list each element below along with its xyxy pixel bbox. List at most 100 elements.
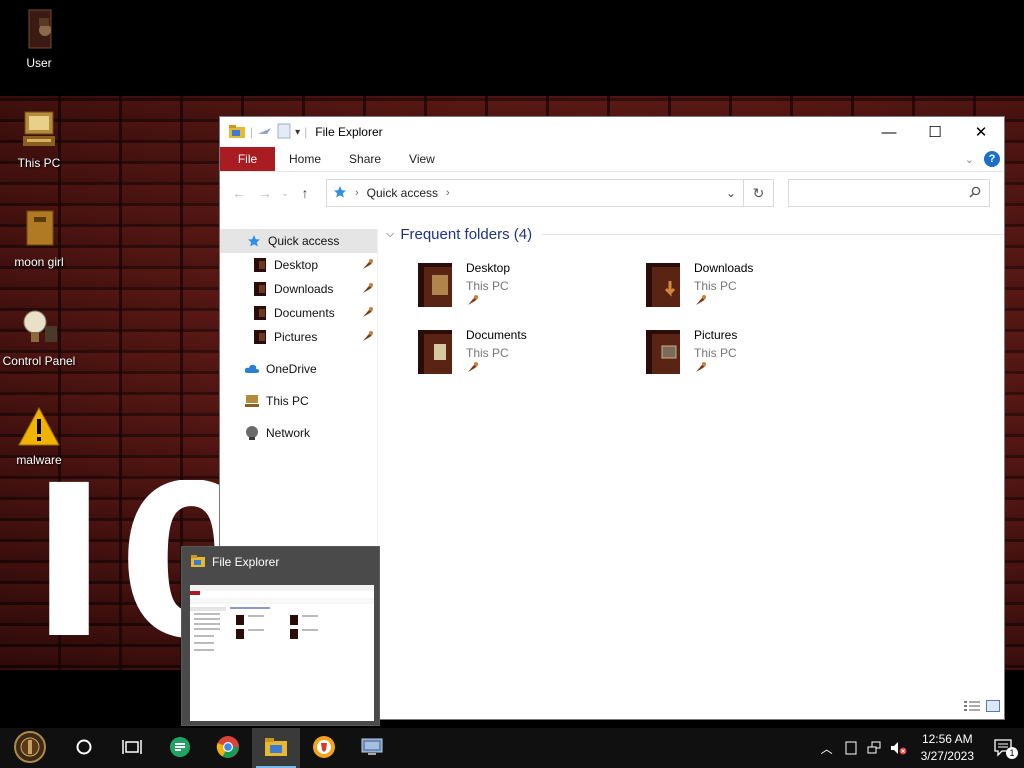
nav-item-documents[interactable]: Documents [220, 301, 377, 325]
computer-icon [244, 393, 260, 409]
action-center-button[interactable]: 1 [984, 739, 1024, 759]
breadcrumb-separator[interactable]: › [446, 187, 450, 199]
minimize-icon: — [881, 123, 897, 141]
taskbar-thumbnail-preview[interactable]: File Explorer [181, 546, 380, 726]
large-icons-view-icon[interactable] [986, 700, 1000, 715]
cortana-button[interactable] [60, 728, 108, 768]
folder-location: This PC [466, 279, 509, 293]
folder-location: This PC [694, 279, 737, 293]
warning-icon [17, 405, 61, 449]
folder-icon [252, 257, 268, 273]
close-button[interactable]: ✕ [958, 117, 1004, 147]
folder-icon [642, 259, 686, 313]
network-icon [244, 425, 260, 441]
group-header[interactable]: ⌵ Frequent folders (4) [386, 223, 1004, 245]
taskbar-app-remote-desktop[interactable] [348, 728, 396, 768]
title-bar[interactable]: | ▾ | File Explorer — ☐ ✕ [220, 117, 1004, 147]
window-title: File Explorer [315, 125, 383, 139]
desktop-icon-label: This PC [17, 156, 61, 170]
chrome-icon [216, 735, 240, 762]
pin-icon [694, 360, 737, 377]
folder-name: Desktop [466, 261, 511, 275]
notification-count: 1 [1006, 747, 1018, 759]
nav-label: Downloads [274, 282, 334, 296]
nav-item-downloads[interactable]: Downloads [220, 277, 377, 301]
task-view-button[interactable] [108, 728, 156, 768]
back-button[interactable]: ← [226, 185, 252, 201]
breadcrumb-quick-access[interactable]: Quick access [367, 186, 438, 200]
tab-home[interactable]: Home [275, 147, 335, 171]
refresh-icon: ↻ [752, 184, 765, 201]
properties-icon[interactable] [257, 125, 273, 139]
desktop-icon-moon-girl[interactable]: moon girl [0, 207, 78, 269]
folder-tile-documents[interactable]: Documents This PC [414, 326, 634, 386]
taskbar-app-brave[interactable] [300, 728, 348, 768]
nav-item-desktop[interactable]: Desktop [220, 253, 377, 277]
nav-network[interactable]: Network [220, 421, 377, 445]
recent-locations-button[interactable]: ⌄ [278, 188, 292, 199]
network-icon[interactable] [863, 741, 887, 755]
pin-icon [361, 305, 375, 322]
show-hidden-icons-button[interactable]: ︿ [815, 740, 839, 757]
maximize-icon: ☐ [928, 124, 942, 141]
desktop-icon-label: Control Panel [2, 354, 76, 368]
folder-icon [252, 305, 268, 321]
nav-label: Pictures [274, 330, 318, 344]
thumbnail-title-bar: File Explorer [182, 547, 379, 577]
address-bar[interactable]: › Quick access › ⌄ [326, 179, 744, 207]
folder-icon [414, 259, 458, 313]
tab-file[interactable]: File [220, 147, 275, 171]
thumbnail-title: File Explorer [212, 555, 280, 569]
taskbar-app-chrome[interactable] [204, 728, 252, 768]
nav-onedrive[interactable]: OneDrive [220, 357, 377, 381]
chevron-down-icon: ⌵ [386, 227, 395, 240]
forward-button[interactable]: → [252, 185, 278, 201]
new-folder-icon[interactable] [277, 123, 291, 142]
folder-icon [642, 326, 686, 380]
refresh-button[interactable]: ↻ [744, 179, 774, 207]
minimize-button[interactable]: — [866, 117, 912, 147]
qat-customize-icon[interactable]: ▾ [295, 127, 300, 138]
nav-label: Network [266, 426, 311, 440]
maximize-button[interactable]: ☐ [912, 117, 958, 147]
clock[interactable]: 12:56 AM 3/27/2023 [911, 731, 984, 765]
nav-quick-access[interactable]: Quick access [220, 229, 377, 253]
nav-label: OneDrive [266, 362, 317, 376]
lightbulb-icon [17, 306, 61, 350]
nav-label: This PC [266, 394, 309, 408]
help-icon[interactable]: ? [984, 151, 1000, 167]
folder-tile-desktop[interactable]: Desktop This PC [414, 259, 634, 319]
folder-app-icon [228, 123, 246, 142]
folder-tile-downloads[interactable]: Downloads This PC [642, 259, 862, 319]
details-view-icon[interactable] [964, 700, 980, 715]
taskbar-app-file-explorer[interactable] [252, 728, 300, 768]
folder-tile-pictures[interactable]: Pictures This PC [642, 326, 862, 386]
desktop-icon-control-panel[interactable]: Control Panel [0, 306, 78, 368]
nav-this-pc[interactable]: This PC [220, 389, 377, 413]
qat-divider: | [304, 125, 308, 139]
group-title: Frequent folders (4) [400, 225, 533, 243]
cortana-icon [75, 738, 93, 759]
search-input[interactable] [788, 179, 990, 207]
folder-icon [252, 281, 268, 297]
folder-name: Downloads [694, 261, 754, 275]
folder-icon [414, 326, 458, 380]
quick-access-toolbar: | ▾ | [220, 123, 307, 142]
tab-view[interactable]: View [395, 147, 449, 171]
nav-item-pictures[interactable]: Pictures [220, 325, 377, 349]
tab-share[interactable]: Share [335, 147, 395, 171]
expand-ribbon-icon[interactable]: ⌄ [965, 153, 974, 166]
folder-location: This PC [694, 346, 737, 360]
desktop-icon-malware[interactable]: malware [0, 405, 78, 467]
thumbnail-image [189, 585, 375, 721]
file-explorer-icon [264, 737, 288, 760]
volume-muted-icon[interactable] [887, 741, 911, 755]
taskbar-app-sheets[interactable] [156, 728, 204, 768]
desktop-icon-user[interactable]: User [0, 8, 78, 70]
up-button[interactable]: ↑ [292, 185, 318, 201]
address-dropdown-icon[interactable]: ⌄ [719, 186, 743, 200]
tablet-icon[interactable] [839, 741, 863, 755]
start-button[interactable] [0, 728, 60, 768]
desktop-icon-label: malware [16, 453, 62, 467]
desktop-icon-this-pc[interactable]: This PC [0, 108, 78, 170]
